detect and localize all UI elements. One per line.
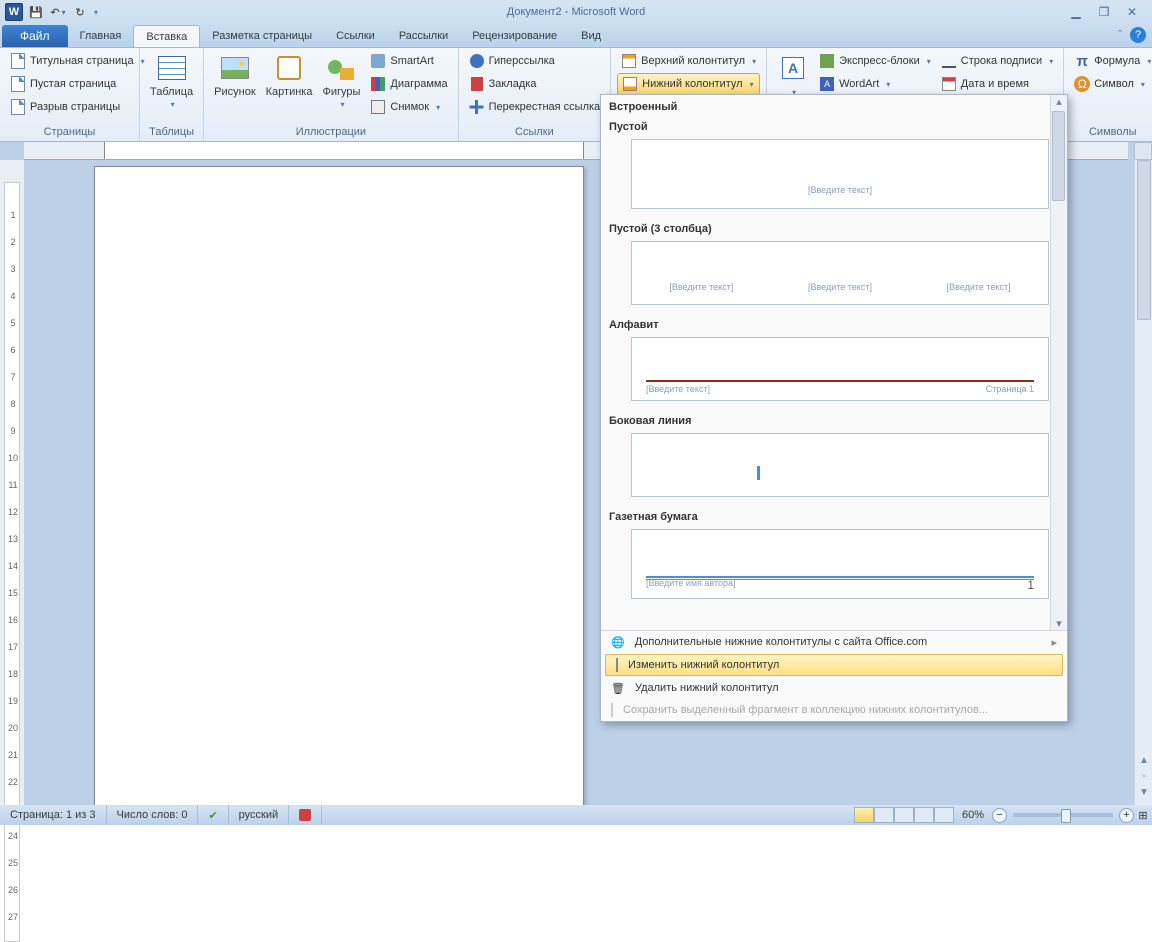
record-macro-icon [299,809,311,821]
ribbon-tabs: Файл Главная Вставка Разметка страницы С… [0,24,1152,48]
status-language[interactable]: русский [229,805,289,825]
zoom-slider[interactable] [1013,813,1113,817]
prev-page-icon[interactable]: ▲ [1135,755,1152,771]
tab-mailings[interactable]: Рассылки [387,25,460,47]
status-bar: Страница: 1 из 3 Число слов: 0 ✔ русский… [0,805,1152,825]
blank-page-button[interactable]: Пустая страница [6,73,149,95]
view-outline[interactable] [914,807,934,823]
crossref-button[interactable]: Перекрестная ссылка [465,96,605,118]
gallery-item-label-news: Газетная бумага [601,505,1067,525]
group-pages-label: Страницы [6,125,133,141]
office-icon: 🌐 [611,636,625,649]
tab-review[interactable]: Рецензирование [460,25,569,47]
wordart-button[interactable]: AWordArt [815,73,935,95]
help-icon[interactable]: ? [1130,27,1146,43]
picture-button[interactable]: Рисунок [210,50,260,125]
chart-button[interactable]: Диаграмма [366,73,451,95]
gallery-save-selection: Сохранить выделенный фрагмент в коллекци… [601,699,1067,721]
group-illustrations: Рисунок Картинка Фигуры▾ SmartArt Диагра… [204,48,458,141]
gallery-item-alpha[interactable]: [Введите текст]Страница 1 [631,337,1049,401]
gallery-footer: 🌐 Дополнительные нижние колонтитулы с са… [601,630,1067,721]
minimize-ribbon-icon[interactable]: ˆ [1118,29,1122,41]
view-draft[interactable] [934,807,954,823]
ruler-toggle[interactable] [1134,142,1152,160]
group-links: Гиперссылка Закладка Перекрестная ссылка… [459,48,612,141]
title-bar: W 💾 ↶▾ ↻ ▾ Документ2 - Microsoft Word ▁ … [0,0,1152,24]
gallery-section-builtin: Встроенный [601,95,1067,115]
smartart-button[interactable]: SmartArt [366,50,451,72]
shapes-button[interactable]: Фигуры▾ [318,50,364,125]
group-tables-label: Таблицы [146,125,197,141]
cover-page-button[interactable]: Титульная страница [6,50,149,72]
status-proof[interactable]: ✔ [198,805,228,825]
zoom-fit-icon[interactable]: ⊞ [1134,809,1152,822]
view-buttons [854,807,954,823]
status-macro[interactable] [289,805,322,825]
gallery-item-side[interactable] [631,433,1049,497]
group-symbols: πФормула ΩСимвол Символы [1064,48,1152,141]
symbol-button[interactable]: ΩСимвол [1070,73,1152,95]
quickparts-button[interactable]: Экспресс-блоки [815,50,935,72]
tab-references[interactable]: Ссылки [324,25,387,47]
window-controls: ▁ ❐ ✕ [1058,0,1150,24]
gallery-item-label-empty: Пустой [601,115,1067,135]
browse-object-icon[interactable]: ◦ [1135,771,1152,787]
footer-gallery: ▴▾ Встроенный Пустой [Введите текст] Пус… [600,94,1068,722]
status-page[interactable]: Страница: 1 из 3 [0,805,107,825]
group-sym-label: Символы [1070,125,1152,141]
minimize-icon[interactable]: ▁ [1066,5,1086,19]
hyperlink-button[interactable]: Гиперссылка [465,50,605,72]
zoom-in-button[interactable]: + [1119,808,1134,823]
restore-icon[interactable]: ❐ [1094,5,1114,19]
gallery-item-news[interactable]: [Введите имя автора]1 [631,529,1049,599]
tab-home[interactable]: Главная [68,25,134,47]
gallery-item-empty[interactable]: [Введите текст] [631,139,1049,209]
tab-insert[interactable]: Вставка [133,25,200,47]
status-words[interactable]: Число слов: 0 [107,805,199,825]
group-tables: Таблица▾ Таблицы [140,48,204,141]
vertical-ruler[interactable]: 1234567891011121314151617181920212223242… [0,160,24,805]
gallery-scrollbar-thumb[interactable] [1052,111,1065,201]
footer-button[interactable]: Нижний колонтитул [617,73,760,95]
header-button[interactable]: Верхний колонтитул [617,50,760,72]
group-links-label: Ссылки [465,125,605,141]
gallery-edit-footer[interactable]: Изменить нижний колонтитул [605,654,1063,676]
group-illus-label: Иллюстрации [210,125,451,141]
zoom-level[interactable]: 60% [954,809,992,821]
screenshot-button[interactable]: Снимок [366,96,451,118]
tab-layout[interactable]: Разметка страницы [200,25,324,47]
scrollbar-thumb[interactable] [1137,160,1151,320]
zoom-out-button[interactable]: − [992,808,1007,823]
page-break-button[interactable]: Разрыв страницы [6,96,149,118]
gallery-item-label-side: Боковая линия [601,409,1067,429]
close-icon[interactable]: ✕ [1122,5,1142,19]
gallery-item-label-empty3: Пустой (3 столбца) [601,217,1067,237]
gallery-remove-footer[interactable]: 🗑 Удалить нижний колонтитул [601,677,1067,699]
signature-button[interactable]: Строка подписи [937,50,1057,72]
tab-file[interactable]: Файл [2,25,68,47]
equation-button[interactable]: πФормула [1070,50,1152,72]
view-print-layout[interactable] [854,807,874,823]
remove-footer-icon: 🗑 [611,682,625,695]
group-pages: Титульная страница Пустая страница Разры… [0,48,140,141]
table-button[interactable]: Таблица▾ [146,50,197,125]
gallery-item-label-alpha: Алфавит [601,313,1067,333]
datetime-button[interactable]: Дата и время [937,73,1057,95]
bookmark-button[interactable]: Закладка [465,73,605,95]
clipart-button[interactable]: Картинка [262,50,317,125]
next-page-icon[interactable]: ▼ [1135,787,1152,803]
page-1[interactable] [94,166,584,805]
save-selection-icon [611,704,613,716]
tab-view[interactable]: Вид [569,25,613,47]
view-full-screen[interactable] [874,807,894,823]
window-title: Документ2 - Microsoft Word [0,6,1152,18]
vertical-scrollbar[interactable]: ▲ ◦ ▼ [1134,142,1152,805]
proof-icon: ✔ [208,809,217,822]
gallery-item-empty3[interactable]: [Введите текст][Введите текст][Введите т… [631,241,1049,305]
gallery-more-office[interactable]: 🌐 Дополнительные нижние колонтитулы с са… [601,631,1067,653]
view-web[interactable] [894,807,914,823]
edit-footer-icon [616,659,618,671]
gallery-scrollbar[interactable]: ▴▾ [1050,95,1067,630]
